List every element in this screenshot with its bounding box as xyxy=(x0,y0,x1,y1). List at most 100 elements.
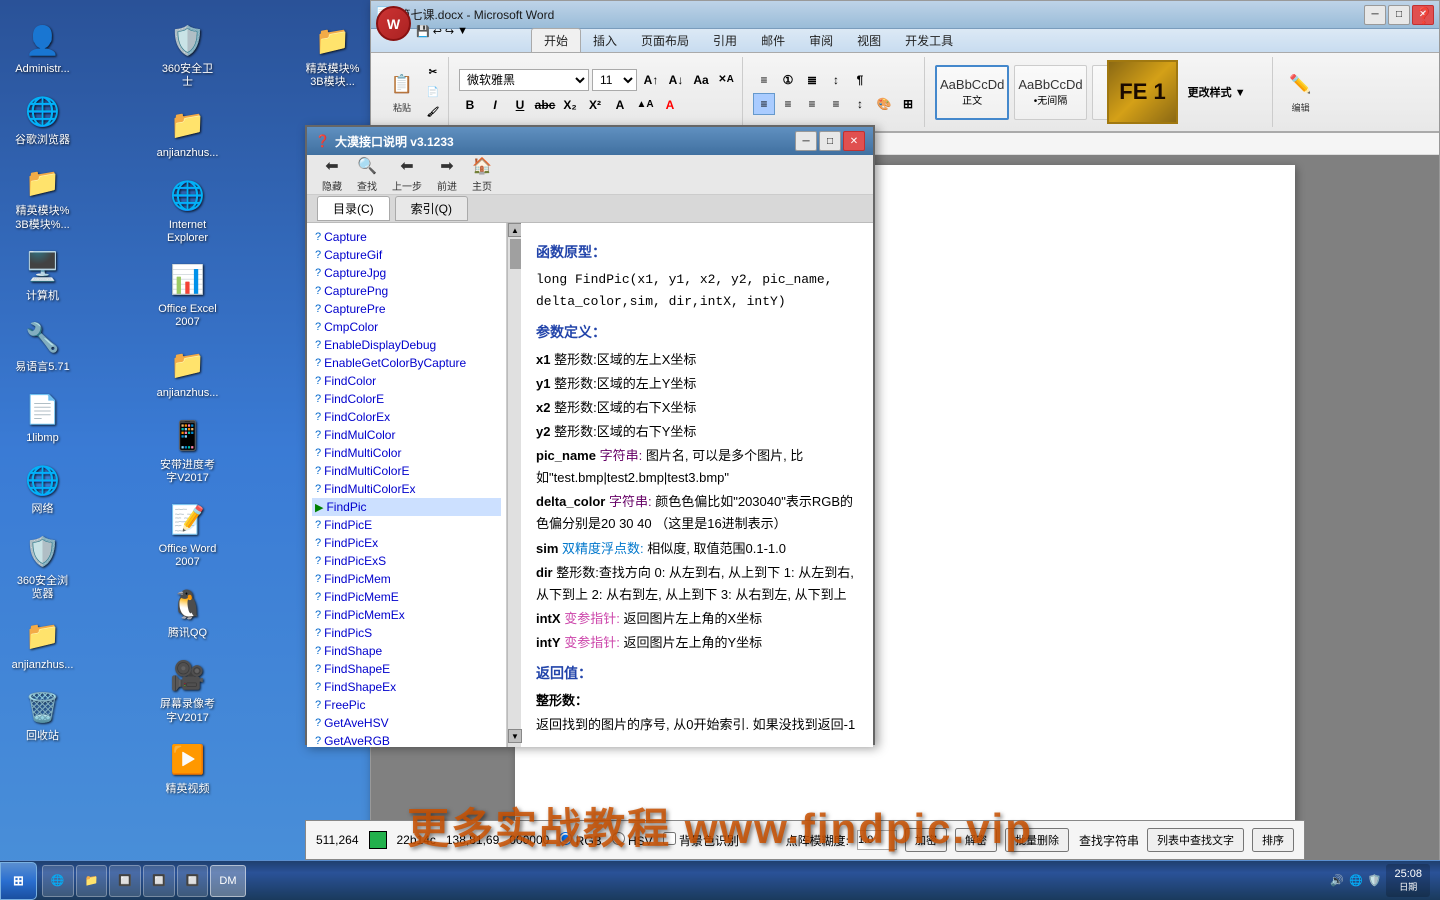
toc-item-findshape[interactable]: ? FindShape xyxy=(312,642,501,660)
desktop-icon-tongbu[interactable]: 📱 安带进度考字V2017 xyxy=(150,411,225,490)
hsv-radio[interactable] xyxy=(612,832,625,845)
align-right-button[interactable]: ≡ xyxy=(801,93,823,115)
style-normal-button[interactable]: AaBbCcDd 正文 xyxy=(935,65,1009,120)
change-styles-button[interactable]: 更改样式 ▼ xyxy=(1167,65,1267,120)
help-hide-button[interactable]: ⬅ 隐藏 xyxy=(317,154,347,195)
toc-item-capturejpg[interactable]: ? CaptureJpg xyxy=(312,264,501,282)
desktop-icon-excel[interactable]: 📊 Office Excel2007 xyxy=(150,255,225,334)
desktop-icon-ie[interactable]: 🌐 InternetExplorer xyxy=(150,171,225,250)
toc-item-findcolore[interactable]: ? FindColorE xyxy=(312,390,501,408)
numbering-button[interactable]: ① xyxy=(777,69,799,91)
help-find-button[interactable]: 🔍 查找 xyxy=(352,154,382,195)
desktop-icon-admin[interactable]: 👤 Administr... xyxy=(5,15,80,81)
toc-item-findpicex[interactable]: ? FindPicEx xyxy=(312,534,501,552)
copy-button[interactable]: 📄 xyxy=(423,83,443,101)
tab-view[interactable]: 视图 xyxy=(845,29,893,52)
toc-item-getavehsv[interactable]: ? GetAveHSV xyxy=(312,714,501,732)
quick-save[interactable]: 💾 xyxy=(416,25,430,38)
toc-item-findcolorex[interactable]: ? FindColorEx xyxy=(312,408,501,426)
tab-insert[interactable]: 插入 xyxy=(581,29,629,52)
toc-item-findmulticolore[interactable]: ? FindMultiColorE xyxy=(312,462,501,480)
desktop-icon-libmp[interactable]: 📄 1libmp xyxy=(5,384,80,450)
sort-button[interactable]: 排序 xyxy=(1252,828,1294,852)
toc-item-findpicmeme[interactable]: ? FindPicMemE xyxy=(312,588,501,606)
strikethrough-button[interactable]: abc xyxy=(534,94,556,116)
justify-button[interactable]: ≡ xyxy=(825,93,847,115)
align-center-button[interactable]: ≡ xyxy=(777,93,799,115)
desktop-icon-computer[interactable]: 🖥️ 计算机 xyxy=(5,242,80,308)
help-home-button[interactable]: 🏠 主页 xyxy=(467,154,497,195)
cut-button[interactable]: ✂ xyxy=(423,63,443,81)
toc-item-findpice[interactable]: ? FindPicE xyxy=(312,516,501,534)
help-content[interactable]: 函数原型： long FindPic(x1, y1, x2, y2, pic_n… xyxy=(521,223,873,747)
toc-item-capturegif[interactable]: ? CaptureGif xyxy=(312,246,501,264)
toc-item-enabledisplaydebug[interactable]: ? EnableDisplayDebug xyxy=(312,336,501,354)
sort-button[interactable]: ↕ xyxy=(825,69,847,91)
encrypt-button[interactable]: 加密 xyxy=(905,828,947,852)
desktop-icon-anjianzhu[interactable]: 📁 anjianzhus... xyxy=(5,611,80,677)
toc-item-findpicmemex[interactable]: ? FindPicMemEx xyxy=(312,606,501,624)
toc-item-cmpcolor[interactable]: ? CmpColor xyxy=(312,318,501,336)
font-color-button[interactable]: A xyxy=(659,94,681,116)
font-size-select[interactable]: 11 xyxy=(592,69,637,91)
toc-item-capturepng[interactable]: ? CapturePng xyxy=(312,282,501,300)
edit-button[interactable]: ✏️ 编辑 xyxy=(1283,68,1319,116)
toc-item-findmulcolor[interactable]: ? FindMulColor xyxy=(312,426,501,444)
font-family-select[interactable]: 微软雅黑 xyxy=(459,69,589,91)
help-minimize-button[interactable]: ─ xyxy=(795,131,817,151)
toc-item-findmulticolorex[interactable]: ? FindMultiColorEx xyxy=(312,480,501,498)
tab-review[interactable]: 审阅 xyxy=(797,29,845,52)
quick-undo[interactable]: ↩ xyxy=(433,25,442,38)
tab-layout[interactable]: 页面布局 xyxy=(629,29,701,52)
toc-item-freepic[interactable]: ? FreePic xyxy=(312,696,501,714)
desktop-icon-recycle[interactable]: 🗑️ 回收站 xyxy=(5,682,80,748)
desktop-icon-360browser[interactable]: 🛡️ 360安全浏览器 xyxy=(5,527,80,606)
help-close-button[interactable]: ✕ xyxy=(843,131,865,151)
maximize-button[interactable]: □ xyxy=(1388,5,1410,25)
underline-button[interactable]: U xyxy=(509,94,531,116)
toc-item-findpicexs[interactable]: ? FindPicExS xyxy=(312,552,501,570)
help-toc[interactable]: ? Capture ? CaptureGif ? CaptureJpg ? Ca… xyxy=(307,223,507,747)
shrink-font-button[interactable]: A↓ xyxy=(665,69,687,91)
shading-button[interactable]: 🎨 xyxy=(873,93,895,115)
desktop-icon-folder2[interactable]: 📁 精英模块%3B模块... xyxy=(295,15,370,94)
toc-item-findmulticolor[interactable]: ? FindMultiColor xyxy=(312,444,501,462)
taskbar-app-folder[interactable]: 📁 xyxy=(76,865,108,897)
superscript-button[interactable]: X² xyxy=(584,94,606,116)
desktop-icon-video[interactable]: ▶️ 精英视频 xyxy=(150,735,225,801)
tab-start[interactable]: 开始 xyxy=(531,28,581,52)
desktop-icon-network[interactable]: 🌐 网络 xyxy=(5,455,80,521)
show-marks-button[interactable]: ¶ xyxy=(849,69,871,91)
taskbar-app-3[interactable]: 🔲 xyxy=(109,865,141,897)
desktop-icon-luyin[interactable]: 🎥 屏幕录像考字V2017 xyxy=(150,650,225,729)
toc-item-getavergb[interactable]: ? GetAveRGB xyxy=(312,732,501,747)
toc-item-findpic[interactable]: ▶ FindPic xyxy=(312,498,501,516)
subscript-button[interactable]: X₂ xyxy=(559,94,581,116)
text-effect-button[interactable]: A xyxy=(609,94,631,116)
toc-item-findcolor[interactable]: ? FindColor xyxy=(312,372,501,390)
taskbar-clock[interactable]: 25:08 日期 xyxy=(1386,864,1430,897)
desktop-icon-anjianzhu3[interactable]: 📁 anjianzhus... xyxy=(150,339,225,405)
decrypt-button[interactable]: 解密 xyxy=(955,828,997,852)
tab-dev[interactable]: 开发工具 xyxy=(893,29,965,52)
align-left-button[interactable]: ≡ xyxy=(753,93,775,115)
toc-item-capturepre[interactable]: ? CapturePre xyxy=(312,300,501,318)
help-forward-button[interactable]: ➡ 前进 xyxy=(432,154,462,195)
start-button[interactable]: ⊞ xyxy=(0,862,37,900)
tab-toc[interactable]: 目录(C) xyxy=(317,196,390,221)
toc-item-capture[interactable]: ? Capture xyxy=(312,228,501,246)
highlight-button[interactable]: ▲A xyxy=(634,94,656,116)
grow-font-button[interactable]: A↑ xyxy=(640,69,662,91)
desktop-icon-chrome[interactable]: 🌐 谷歌浏览器 xyxy=(5,86,80,152)
toc-item-findshapeex[interactable]: ? FindShapeEx xyxy=(312,678,501,696)
desktop-icon-word[interactable]: 📝 Office Word2007 xyxy=(150,495,225,574)
tab-reference[interactable]: 引用 xyxy=(701,29,749,52)
density-input[interactable] xyxy=(857,830,897,850)
desktop-icon-folder1[interactable]: 📁 精英模块%3B模块%... xyxy=(5,157,80,236)
bold-button[interactable]: B xyxy=(459,94,481,116)
help-button[interactable]: ❓ xyxy=(1414,6,1434,26)
border-button[interactable]: ⊞ xyxy=(897,93,919,115)
rgb-radio[interactable] xyxy=(559,832,572,845)
taskbar-app-5[interactable]: 🔲 xyxy=(177,865,209,897)
taskbar-app-ie[interactable]: 🌐 xyxy=(42,865,74,897)
